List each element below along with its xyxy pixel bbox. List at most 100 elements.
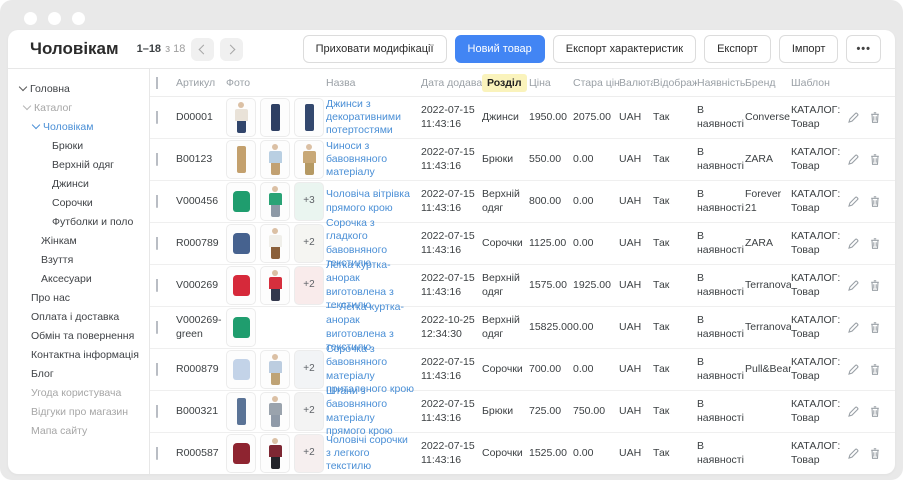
edit-button[interactable] xyxy=(847,195,860,209)
row-checkbox[interactable] xyxy=(156,237,158,250)
new-product-button[interactable]: Новий товар xyxy=(455,35,545,63)
display-cell: Так xyxy=(653,447,697,460)
availability-cell: В наявності xyxy=(697,104,745,130)
hide-modifications-button[interactable]: Приховати модифікації xyxy=(303,35,447,63)
delete-button[interactable] xyxy=(869,195,881,209)
pagination-next-button[interactable] xyxy=(220,38,243,61)
row-actions xyxy=(847,195,883,209)
sidebar-item-каталог[interactable]: Каталог xyxy=(8,98,149,117)
edit-button[interactable] xyxy=(847,153,860,167)
row-checkbox[interactable] xyxy=(156,153,158,166)
display-cell: Так xyxy=(653,279,697,292)
row-actions xyxy=(847,237,883,251)
product-link[interactable]: Штани з бавовняного матеріалу прямого кр… xyxy=(326,385,393,436)
sidebar-item-взуття[interactable]: Взуття xyxy=(8,250,149,269)
chevron-left-icon xyxy=(199,44,209,54)
toolbar: Приховати модифікації Новий товар Експорт … xyxy=(303,35,881,63)
row-checkbox[interactable] xyxy=(156,447,158,460)
product-link[interactable]: Джинси з декоративними потертостями xyxy=(326,98,401,136)
column-header-4: Дата додавання xyxy=(421,77,482,89)
sidebar-item-про-нас[interactable]: Про нас xyxy=(8,288,149,307)
select-all-checkbox[interactable] xyxy=(156,77,158,89)
row-checkbox[interactable] xyxy=(156,405,158,418)
row-select-cell xyxy=(150,321,176,334)
delete-button[interactable] xyxy=(869,153,881,167)
edit-button[interactable] xyxy=(847,447,860,461)
table-row: B000321+2Штани з бавовняного матеріалу п… xyxy=(150,391,895,433)
price-cell: 700.00 xyxy=(529,363,573,376)
product-link[interactable]: Чоловічі сорочки з легкого текстилю xyxy=(326,434,408,472)
edit-button[interactable] xyxy=(847,405,860,419)
sidebar-item-оплата-і-доставка[interactable]: Оплата і доставка xyxy=(8,307,149,326)
row-select-cell xyxy=(150,111,176,124)
edit-button[interactable] xyxy=(847,111,860,125)
column-header-9: Відображати xyxy=(653,77,697,89)
price-cell: 15825.00 xyxy=(529,321,573,334)
time-value: 11:43:16 xyxy=(421,286,476,299)
export-button[interactable]: Експорт xyxy=(704,35,771,63)
product-photo xyxy=(260,434,290,473)
product-link[interactable]: Чоловіча вітрівка прямого крою xyxy=(326,188,410,213)
sidebar-item-джинси[interactable]: Джинси xyxy=(8,174,149,193)
edit-button[interactable] xyxy=(847,237,860,251)
availability-cell: В наявності xyxy=(697,188,745,214)
import-button[interactable]: Імпорт xyxy=(779,35,839,63)
product-link[interactable]: Чиноси з бавовняного матеріалу xyxy=(326,140,387,178)
delete-button[interactable] xyxy=(869,237,881,251)
photos-cell xyxy=(226,140,326,179)
more-actions-button[interactable]: ••• xyxy=(846,35,881,63)
delete-button[interactable] xyxy=(869,363,881,377)
chevron-right-icon xyxy=(226,44,236,54)
sidebar-item-сорочки[interactable]: Сорочки xyxy=(8,193,149,212)
sidebar-item-жінкам[interactable]: Жінкам xyxy=(8,231,149,250)
sidebar-item-відгуки-про-магазин[interactable]: Відгуки про магазин xyxy=(8,402,149,421)
sidebar-item-обмін-та-повернення[interactable]: Обмін та повернення xyxy=(8,326,149,345)
column-header-7: Стара ціна xyxy=(573,77,619,89)
template-cell: КАТАЛОГ: Товар xyxy=(791,314,847,340)
product-photo xyxy=(226,224,256,263)
sidebar-item-блог[interactable]: Блог xyxy=(8,364,149,383)
sidebar-item-контактна-інформація[interactable]: Контактна інформація xyxy=(8,345,149,364)
delete-button[interactable] xyxy=(869,111,881,125)
edit-button[interactable] xyxy=(847,279,860,293)
display-cell: Так xyxy=(653,195,697,208)
row-checkbox[interactable] xyxy=(156,279,158,292)
sidebar-item-брюки[interactable]: Брюки xyxy=(8,136,149,155)
currency-cell: UAH xyxy=(619,279,653,292)
sidebar-item-головна[interactable]: Головна xyxy=(8,79,149,98)
sidebar-item-аксесуари[interactable]: Аксесуари xyxy=(8,269,149,288)
photos-cell: +2 xyxy=(226,392,326,431)
export-characteristics-button[interactable]: Експорт характеристик xyxy=(553,35,696,63)
content: ГоловнаКаталог Чоловікам БрюкиВерхній одяг… xyxy=(8,69,895,474)
row-checkbox[interactable] xyxy=(156,321,158,334)
sidebar-item-верхній-одяг[interactable]: Верхній одяг xyxy=(8,155,149,174)
page-title: Чоловікам xyxy=(30,39,119,59)
column-header-3: Назва xyxy=(326,77,421,89)
row-checkbox[interactable] xyxy=(156,363,158,376)
column-header-6: Ціна xyxy=(529,77,573,89)
delete-button[interactable] xyxy=(869,405,881,419)
sidebar-item-угода-користувача[interactable]: Угода користувача xyxy=(8,383,149,402)
delete-button[interactable] xyxy=(869,279,881,293)
sidebar-item-label: Блог xyxy=(31,368,54,380)
sidebar-item-label: Чоловікам xyxy=(43,121,94,133)
date-added-cell: 2022-07-1511:43:16 xyxy=(421,272,482,298)
pagination-prev-button[interactable] xyxy=(191,38,214,61)
edit-button[interactable] xyxy=(847,363,860,377)
availability-cell: В наявності xyxy=(697,146,745,172)
table-row: V000269-green— Легка куртка-анорак вигот… xyxy=(150,307,895,349)
sidebar-item-мапа-сайту[interactable]: Мапа сайту xyxy=(8,421,149,440)
sidebar-item-футболки-и-поло[interactable]: Футболки и поло xyxy=(8,212,149,231)
delete-button[interactable] xyxy=(869,321,881,335)
brand-cell: Converse xyxy=(745,111,791,124)
row-checkbox[interactable] xyxy=(156,111,158,124)
sidebar-item-чоловікам[interactable]: Чоловікам xyxy=(8,117,149,136)
time-value: 11:43:16 xyxy=(421,160,476,173)
price-cell: 550.00 xyxy=(529,153,573,166)
row-checkbox[interactable] xyxy=(156,195,158,208)
delete-button[interactable] xyxy=(869,447,881,461)
edit-button[interactable] xyxy=(847,321,860,335)
old-price-cell: 0.00 xyxy=(573,321,619,334)
date-added-cell: 2022-07-1511:43:16 xyxy=(421,398,482,424)
availability-cell: В наявності xyxy=(697,314,745,340)
